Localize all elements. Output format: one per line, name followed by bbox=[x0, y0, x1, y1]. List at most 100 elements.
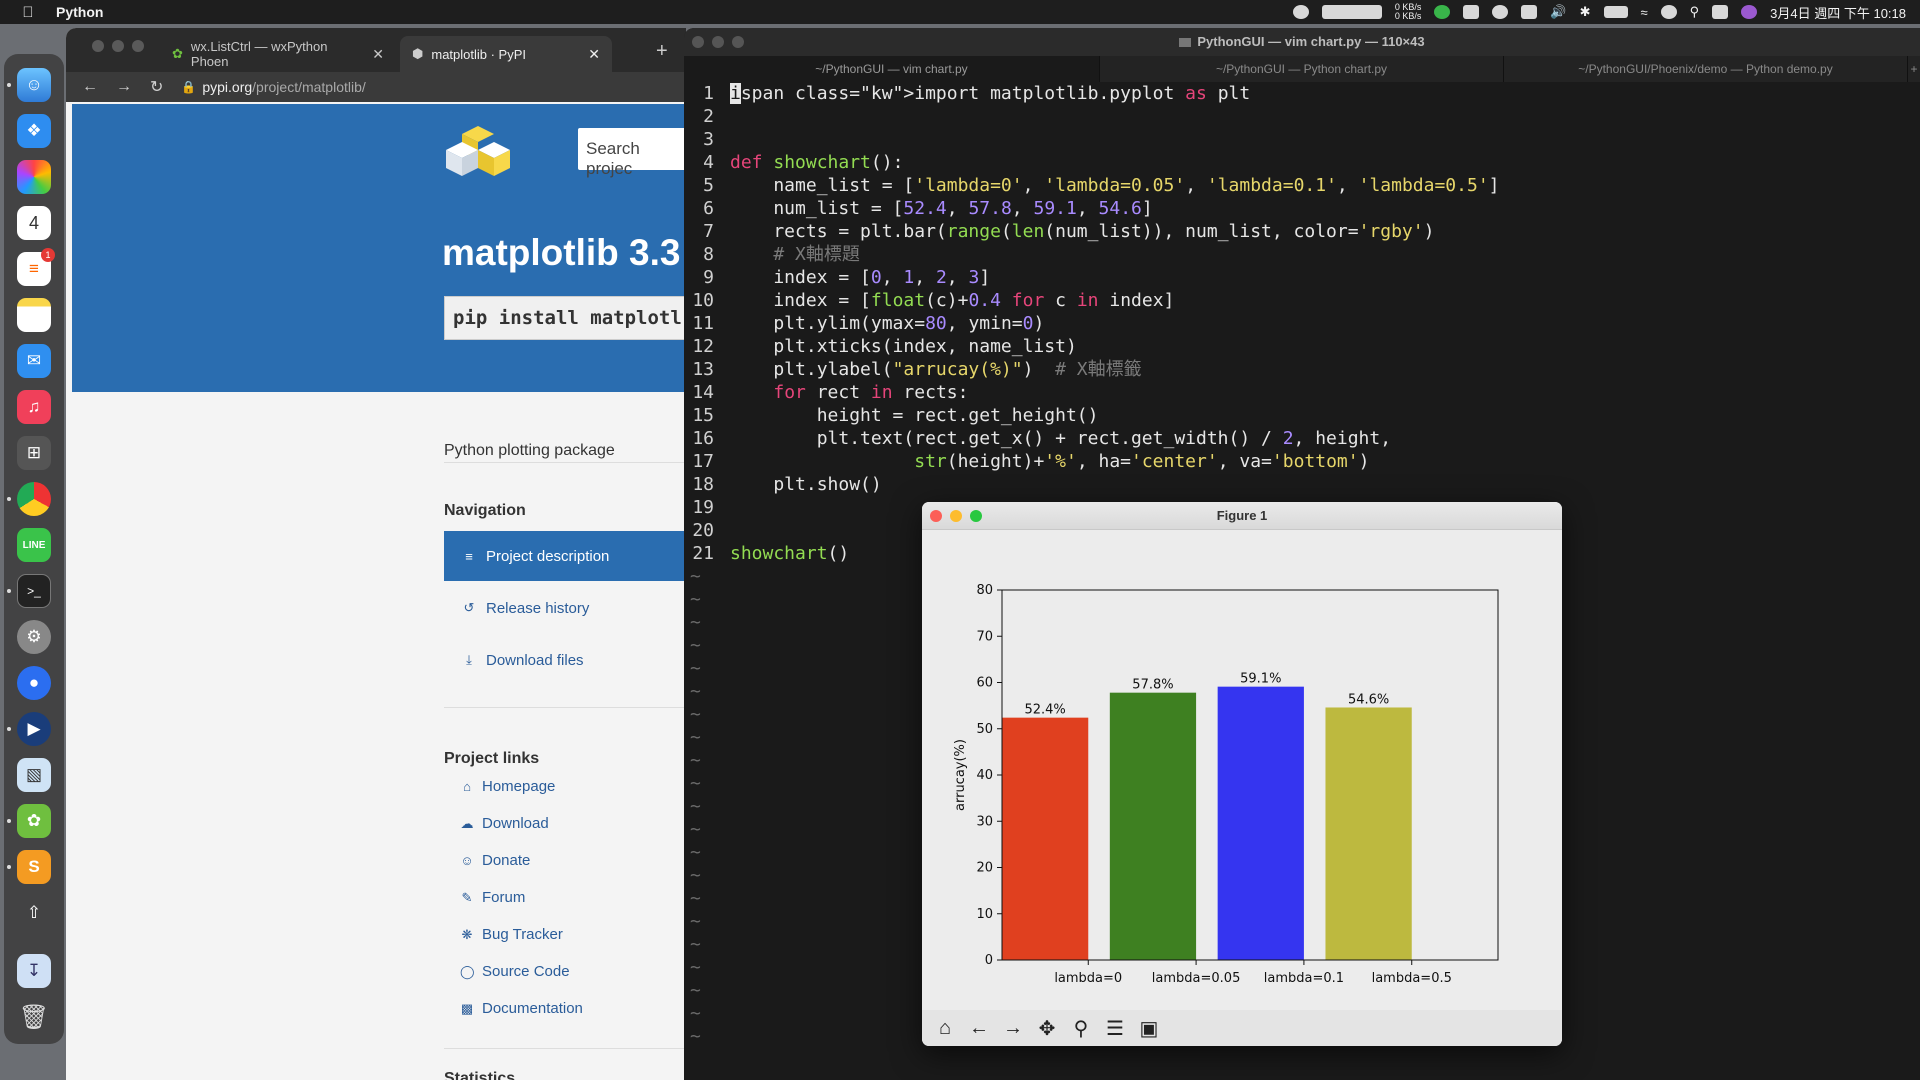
python-launcher-icon[interactable]: ✿ bbox=[17, 804, 51, 838]
apple-menu-icon[interactable]:  bbox=[0, 4, 56, 21]
link-donate[interactable]: ☺ Donate bbox=[460, 852, 530, 869]
calendar-icon[interactable]: 4 bbox=[17, 206, 51, 240]
new-tab-button[interactable]: + bbox=[656, 40, 668, 63]
pypi-logo[interactable] bbox=[442, 120, 512, 184]
code-line: 10 index = [float(c)+0.4 for c in index] bbox=[684, 289, 1920, 312]
spaces-icon[interactable] bbox=[1321, 5, 1382, 19]
line-number: 20 bbox=[692, 520, 714, 541]
close-tab-icon[interactable]: ✕ bbox=[372, 46, 384, 63]
nav-release-history[interactable]: ↺ Release history bbox=[444, 583, 686, 633]
zoom-window-button[interactable] bbox=[132, 40, 144, 52]
new-terminal-tab-button[interactable]: + bbox=[1908, 56, 1920, 82]
record-icon[interactable] bbox=[1292, 5, 1309, 19]
glasses-icon[interactable] bbox=[1463, 5, 1480, 19]
code-line: 14 for rect in rects: bbox=[684, 381, 1920, 404]
clock[interactable]: 3月4日 週四 下午 10:18 bbox=[1770, 3, 1906, 22]
control-center-icon[interactable] bbox=[1712, 5, 1729, 19]
pypi-search-input[interactable]: Search projec bbox=[578, 128, 686, 178]
back-arrow-icon[interactable]: ← bbox=[964, 1014, 994, 1042]
browser-tab-matplotlib[interactable]: ⬢ matplotlib · PyPI ✕ bbox=[400, 36, 612, 72]
system-preferences-icon[interactable]: ⚙ bbox=[17, 620, 51, 654]
link-label: Download bbox=[482, 815, 549, 832]
line-status-icon[interactable] bbox=[1434, 5, 1451, 19]
forward-arrow-icon[interactable]: → bbox=[998, 1014, 1028, 1042]
browser-tab-wx-listctrl[interactable]: ✿ wx.ListCtrl — wxPython Phoen ✕ bbox=[160, 36, 396, 72]
calculator-icon[interactable]: ⊞ bbox=[17, 436, 51, 470]
minimize-window-button[interactable] bbox=[712, 36, 724, 48]
line-icon[interactable]: LINE bbox=[17, 528, 51, 562]
reload-icon[interactable]: ↻ bbox=[150, 77, 163, 97]
link-forum[interactable]: ✎ Forum bbox=[460, 889, 526, 906]
zoom-window-button[interactable] bbox=[970, 510, 982, 522]
photos-icon[interactable] bbox=[17, 160, 51, 194]
battery-icon[interactable] bbox=[1603, 6, 1628, 18]
terminal-tab-python-chart[interactable]: ~/PythonGUI — Python chart.py bbox=[1100, 56, 1504, 82]
volume-icon[interactable]: 🔊 bbox=[1550, 4, 1566, 20]
bar-3 bbox=[1325, 707, 1412, 960]
y-tick-label-40: 40 bbox=[976, 768, 993, 783]
minimize-window-button[interactable] bbox=[112, 40, 124, 52]
line-number: 17 bbox=[692, 451, 714, 472]
url-field[interactable]: 🔒 pypi.org/project/matplotlib/ bbox=[181, 79, 365, 95]
media-player-icon[interactable]: ▶ bbox=[17, 712, 51, 746]
chrome-icon[interactable] bbox=[17, 482, 51, 516]
link-documentation[interactable]: ▩ Documentation bbox=[460, 1000, 583, 1017]
pip-install-command[interactable]: pip install matplotl bbox=[444, 296, 686, 340]
music-icon[interactable]: ♫ bbox=[17, 390, 51, 424]
bluetooth-icon[interactable]: ✱ bbox=[1580, 4, 1591, 20]
close-window-button[interactable] bbox=[930, 510, 942, 522]
nav-project-description[interactable]: ≡ Project description bbox=[444, 531, 686, 581]
link-source-code[interactable]: ◯ Source Code bbox=[460, 963, 570, 980]
close-window-button[interactable] bbox=[692, 36, 704, 48]
input-method-icon[interactable] bbox=[1521, 5, 1538, 19]
figure-window-controls bbox=[930, 510, 982, 522]
zoom-icon[interactable]: ⚲ bbox=[1066, 1014, 1096, 1042]
close-tab-icon[interactable]: ✕ bbox=[588, 46, 600, 63]
reminders-icon[interactable]: ≡ 1 bbox=[17, 248, 55, 286]
link-label: Homepage bbox=[482, 778, 556, 795]
siri-icon[interactable] bbox=[1741, 5, 1758, 19]
finder-icon[interactable]: ☺ bbox=[17, 68, 51, 102]
terminal-tab-vim[interactable]: ~/PythonGUI — vim chart.py bbox=[684, 56, 1100, 82]
link-label: Bug Tracker bbox=[482, 926, 563, 943]
mail-icon[interactable]: ✉ bbox=[17, 344, 51, 378]
divider bbox=[444, 1048, 686, 1049]
bar-chart: 52.4% 57.8% 59.1% 54.6% 0 10 20 30 40 50 60 70 80 lam… bbox=[953, 583, 1499, 986]
close-window-button[interactable] bbox=[92, 40, 104, 52]
minimize-window-button[interactable] bbox=[950, 510, 962, 522]
safari-icon[interactable]: ❖ bbox=[17, 114, 51, 148]
app-menu-name[interactable]: Python bbox=[56, 4, 103, 20]
save-icon[interactable]: ▣ bbox=[1134, 1014, 1164, 1042]
user-icon[interactable] bbox=[1660, 5, 1677, 19]
browser-tab-label: wx.ListCtrl — wxPython Phoen bbox=[190, 39, 328, 69]
trash-icon[interactable]: 🗑 bbox=[17, 1000, 51, 1034]
back-icon[interactable]: ← bbox=[82, 78, 98, 96]
pypi-favicon-icon: ⬢ bbox=[412, 46, 424, 61]
link-homepage[interactable]: ⌂ Homepage bbox=[460, 778, 555, 795]
spotlight-icon[interactable]: ⚲ bbox=[1690, 4, 1700, 20]
wifi-icon[interactable]: ≈ bbox=[1641, 5, 1648, 20]
forward-icon[interactable]: → bbox=[116, 78, 132, 96]
code-line: 2 bbox=[684, 105, 1920, 128]
github-icon: ◯ bbox=[460, 963, 475, 979]
pan-icon[interactable]: ✥ bbox=[1032, 1014, 1062, 1042]
history-icon: ↺ bbox=[463, 600, 475, 615]
dock: ☺ ❖ 4 ≡ 1 ✉ ♫ ⊞ LINE >_ ⚙ ● ▶ ▧ ✿ S ⇧ ↧ 🗑 bbox=[4, 54, 64, 1044]
downloads-folder-icon[interactable]: ↧ bbox=[17, 954, 51, 988]
link-download[interactable]: ☁ Download bbox=[460, 815, 549, 832]
terminal-tab-python-demo[interactable]: ~/PythonGUI/Phoenix/demo — Python demo.p… bbox=[1504, 56, 1908, 82]
notes-icon[interactable] bbox=[17, 298, 51, 332]
nav-download-files[interactable]: ⤓ Download files bbox=[444, 635, 686, 685]
code-text: num_list = [52.4, 57.8, 59.1, 54.6] bbox=[730, 198, 1153, 219]
link-bug-tracker[interactable]: ❋ Bug Tracker bbox=[460, 926, 563, 943]
play-icon[interactable] bbox=[1492, 5, 1509, 19]
sublime-text-icon[interactable]: S bbox=[17, 850, 51, 884]
maps-pin-icon[interactable]: ● bbox=[17, 666, 51, 700]
home-icon[interactable]: ⌂ bbox=[930, 1014, 960, 1042]
rocket-icon[interactable]: ⇧ bbox=[17, 896, 51, 930]
preview-icon[interactable]: ▧ bbox=[17, 758, 51, 792]
zoom-window-button[interactable] bbox=[732, 36, 744, 48]
terminal-icon[interactable]: >_ bbox=[17, 574, 51, 608]
configure-subplots-icon[interactable]: ☰ bbox=[1100, 1014, 1130, 1042]
